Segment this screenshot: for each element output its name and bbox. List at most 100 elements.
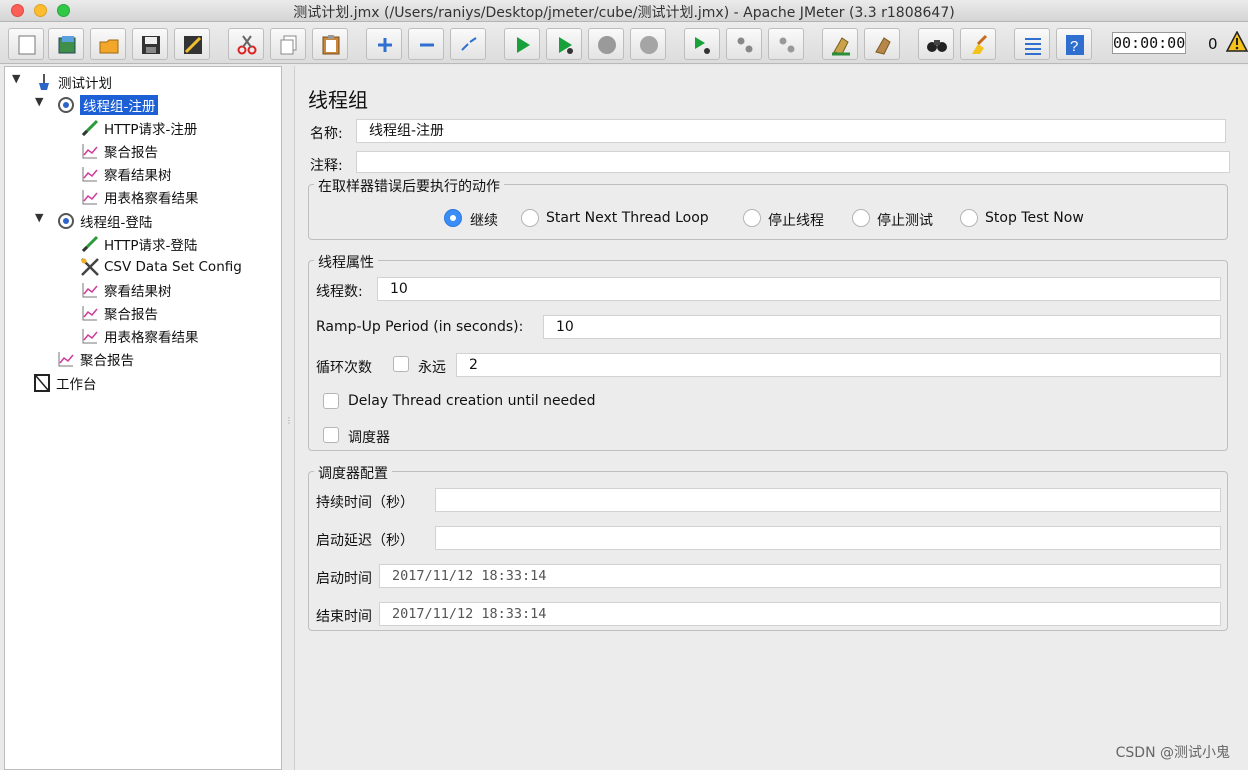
radio-stop-test-label[interactable]: 停止测试 bbox=[877, 210, 933, 230]
open-icon bbox=[99, 39, 119, 54]
expand-icon bbox=[378, 38, 392, 52]
tree-item-test-plan[interactable]: 测试计划 bbox=[33, 71, 112, 92]
radio-stop-test[interactable] bbox=[852, 209, 870, 227]
paste-button[interactable] bbox=[312, 28, 348, 60]
reset-search-icon bbox=[972, 34, 988, 54]
remote-start-button[interactable] bbox=[684, 28, 720, 60]
stop-button[interactable] bbox=[588, 28, 624, 60]
save-as-button[interactable] bbox=[174, 28, 210, 60]
loop-count-input[interactable]: 2 bbox=[456, 353, 1221, 377]
delay-thread-creation-checkbox[interactable] bbox=[323, 393, 339, 409]
warning-icon[interactable] bbox=[1226, 31, 1248, 53]
radio-stop-thread[interactable] bbox=[743, 209, 761, 227]
start-icon bbox=[517, 37, 530, 53]
forever-label[interactable]: 永远 bbox=[418, 357, 446, 377]
tree-item-sampler[interactable]: HTTP请求-注册 bbox=[79, 117, 197, 138]
watermark: CSDN @测试小鬼 bbox=[1115, 745, 1230, 761]
tree-item-thread-group[interactable]: 线程组-登陆 bbox=[55, 210, 152, 231]
cut-icon bbox=[237, 35, 257, 55]
start-button[interactable] bbox=[504, 28, 540, 60]
scheduler-checkbox[interactable] bbox=[323, 427, 339, 443]
copy-button[interactable] bbox=[270, 28, 306, 60]
rampup-input[interactable]: 10 bbox=[543, 315, 1221, 339]
save-button[interactable] bbox=[132, 28, 168, 60]
end-time-input[interactable]: 2017/11/12 18:33:14 bbox=[379, 602, 1221, 626]
listener-icon bbox=[79, 303, 101, 323]
search-button[interactable] bbox=[918, 28, 954, 60]
new-icon bbox=[18, 35, 36, 55]
radio-stop-test-now-label[interactable]: Stop Test Now bbox=[985, 210, 1084, 226]
radio-stop-thread-label[interactable]: 停止线程 bbox=[768, 210, 824, 230]
comment-label: 注释: bbox=[310, 158, 343, 174]
scheduler-config-legend: 调度器配置 bbox=[314, 463, 392, 483]
end-time-label: 结束时间 bbox=[316, 609, 372, 625]
svg-text:?: ? bbox=[1070, 38, 1078, 55]
start-no-pauses-button[interactable] bbox=[546, 28, 582, 60]
listener-icon bbox=[79, 187, 101, 207]
remote-start-icon bbox=[695, 37, 710, 54]
startup-delay-input[interactable] bbox=[435, 526, 1221, 550]
rampup-label: Ramp-Up Period (in seconds): bbox=[316, 319, 524, 335]
clear-all-icon bbox=[875, 37, 891, 55]
test-plan-tree[interactable]: ▼ 测试计划 ▼ 线程组-注册 HTTP请求-注册 聚合报告 察看结果树 用表格… bbox=[4, 66, 282, 770]
function-helper-button[interactable] bbox=[1014, 28, 1050, 60]
collapse-all-button[interactable] bbox=[408, 28, 444, 60]
tree-item-thread-group[interactable]: 线程组-注册 bbox=[55, 94, 159, 115]
expand-all-button[interactable] bbox=[366, 28, 402, 60]
listener-icon bbox=[79, 141, 101, 161]
radio-continue-label[interactable]: 继续 bbox=[470, 210, 498, 230]
function-helper-icon bbox=[1025, 38, 1041, 55]
threads-input[interactable]: 10 bbox=[377, 277, 1221, 301]
help-icon: ? bbox=[1066, 35, 1084, 55]
listener-icon bbox=[79, 164, 101, 184]
radio-stop-test-now[interactable] bbox=[960, 209, 978, 227]
tree-item-config[interactable]: CSV Data Set Config bbox=[79, 256, 242, 277]
templates-button[interactable] bbox=[48, 28, 84, 60]
clear-icon bbox=[832, 37, 850, 56]
open-button[interactable] bbox=[90, 28, 126, 60]
help-button[interactable]: ? bbox=[1056, 28, 1092, 60]
tree-item-listener[interactable]: 用表格察看结果 bbox=[79, 186, 199, 207]
splitter-grip-icon[interactable]: ⋮ bbox=[285, 416, 293, 426]
tree-item-sampler[interactable]: HTTP请求-登陆 bbox=[79, 233, 197, 254]
test-plan-icon bbox=[33, 72, 55, 92]
start-time-input[interactable]: 2017/11/12 18:33:14 bbox=[379, 564, 1221, 588]
tree-item-listener[interactable]: 聚合报告 bbox=[79, 302, 158, 323]
scheduler-label[interactable]: 调度器 bbox=[348, 427, 390, 447]
radio-start-next-loop-label[interactable]: Start Next Thread Loop bbox=[546, 210, 709, 226]
tree-item-listener[interactable]: 用表格察看结果 bbox=[79, 325, 199, 346]
name-input[interactable]: 线程组-注册 bbox=[356, 119, 1226, 143]
duration-input[interactable] bbox=[435, 488, 1221, 512]
shutdown-icon bbox=[640, 36, 658, 54]
comment-input[interactable] bbox=[356, 151, 1230, 173]
forever-checkbox[interactable] bbox=[393, 356, 409, 372]
panel-title: 线程组 bbox=[308, 88, 368, 112]
error-count: 0 bbox=[1208, 35, 1218, 53]
new-button[interactable] bbox=[8, 28, 44, 60]
cut-button[interactable] bbox=[228, 28, 264, 60]
expand-arrow-icon[interactable]: ▼ bbox=[35, 211, 43, 224]
save-as-icon bbox=[184, 36, 202, 54]
toggle-button[interactable] bbox=[450, 28, 486, 60]
radio-continue[interactable] bbox=[444, 209, 462, 227]
radio-start-next-loop[interactable] bbox=[521, 209, 539, 227]
clear-all-button[interactable] bbox=[864, 28, 900, 60]
expand-arrow-icon[interactable]: ▼ bbox=[12, 72, 20, 85]
expand-arrow-icon[interactable]: ▼ bbox=[35, 95, 43, 108]
remote-shutdown-button[interactable] bbox=[768, 28, 804, 60]
reset-search-button[interactable] bbox=[960, 28, 996, 60]
tree-item-workbench[interactable]: 工作台 bbox=[31, 372, 97, 393]
collapse-icon bbox=[420, 43, 434, 47]
toolbar: ? bbox=[0, 22, 1248, 64]
elapsed-timer: 00:00:00 bbox=[1112, 32, 1186, 54]
tree-item-listener[interactable]: 察看结果树 bbox=[79, 279, 172, 300]
tree-item-listener[interactable]: 察看结果树 bbox=[79, 163, 172, 184]
tree-item-listener[interactable]: 聚合报告 bbox=[79, 140, 158, 161]
remote-stop-button[interactable] bbox=[726, 28, 762, 60]
save-icon bbox=[142, 36, 160, 54]
shutdown-button[interactable] bbox=[630, 28, 666, 60]
clear-button[interactable] bbox=[822, 28, 858, 60]
tree-item-listener[interactable]: 聚合报告 bbox=[55, 348, 134, 369]
delay-thread-creation-label[interactable]: Delay Thread creation until needed bbox=[348, 393, 596, 409]
threads-label: 线程数: bbox=[316, 284, 363, 300]
